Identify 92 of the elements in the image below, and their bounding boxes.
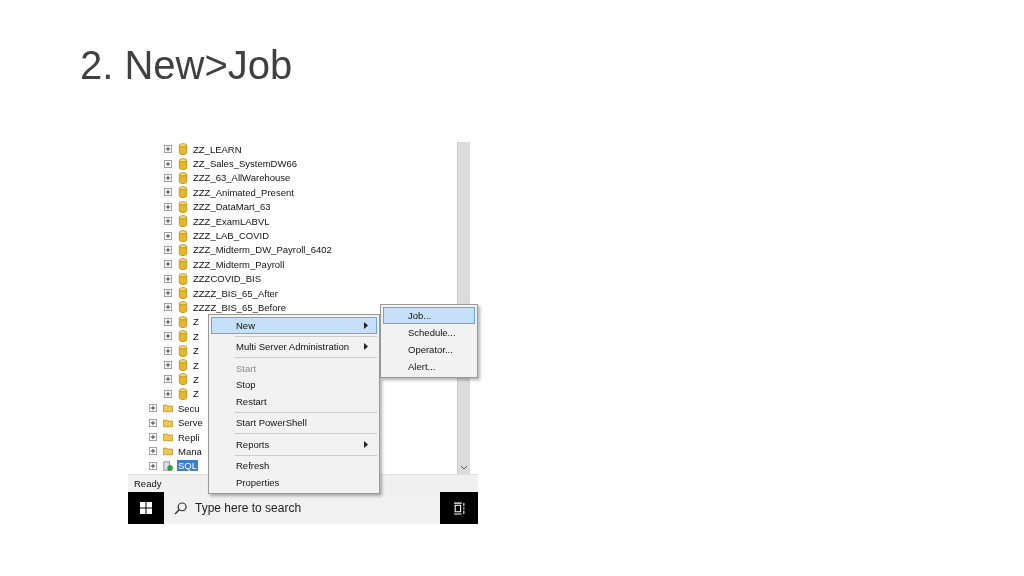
menu-item[interactable]: Alert... [383, 358, 475, 375]
database-icon [178, 229, 188, 242]
tree-item[interactable]: ZZ_Sales_SystemDW66 [192, 158, 298, 170]
tree-item[interactable]: Z [192, 330, 200, 342]
expand-icon[interactable] [164, 289, 172, 298]
menu-item[interactable]: Operator... [383, 341, 475, 358]
expand-icon[interactable] [164, 346, 172, 355]
expand-icon[interactable] [164, 274, 172, 283]
submenu-arrow-icon [364, 321, 368, 329]
tree-item[interactable]: ZZZ_Midterm_DW_Payroll_6402 [192, 244, 333, 256]
tree-item[interactable]: ZZZ_63_AllWarehouse [192, 172, 292, 184]
expand-icon[interactable] [164, 202, 172, 211]
database-icon [178, 186, 188, 199]
database-icon [178, 301, 188, 314]
database-icon [178, 272, 188, 285]
database-icon [178, 200, 188, 213]
database-icon [178, 359, 188, 372]
tree-item[interactable]: ZZZZ_BIS_65_Before [192, 302, 287, 313]
tree-item[interactable]: Mana [177, 445, 203, 457]
expand-icon[interactable] [164, 260, 172, 269]
database-icon [178, 287, 188, 300]
tree-item[interactable]: Z [192, 373, 200, 385]
database-icon [178, 215, 188, 228]
database-icon [178, 258, 188, 271]
expand-icon[interactable] [164, 389, 172, 398]
menu-item[interactable]: New [211, 317, 377, 334]
tree-item[interactable]: ZZZCOVID_BIS [192, 273, 263, 285]
expand-icon[interactable] [164, 361, 172, 370]
database-icon [178, 171, 188, 184]
search-icon [174, 501, 187, 515]
database-icon [178, 373, 188, 386]
scroll-down-icon[interactable] [460, 465, 468, 470]
submenu-arrow-icon [364, 440, 368, 448]
menu-item[interactable]: Schedule... [383, 324, 475, 341]
task-view-icon [452, 501, 466, 515]
database-icon [178, 143, 188, 156]
database-icon [178, 344, 188, 357]
search-bar[interactable]: Type here to search [164, 492, 440, 524]
folder-icon [163, 402, 173, 415]
folder-icon [163, 431, 173, 443]
tree-item[interactable]: Z [192, 388, 200, 400]
menu-item[interactable]: Multi Server Administration [211, 338, 377, 355]
tree-item[interactable]: Serve [177, 417, 204, 429]
folder-icon [163, 445, 173, 458]
folder-icon [163, 416, 173, 429]
menu-item[interactable]: Properties [211, 474, 377, 491]
submenu-arrow-icon [364, 343, 368, 351]
expand-icon[interactable] [164, 332, 172, 341]
expand-icon[interactable] [164, 188, 172, 197]
expand-icon[interactable] [164, 245, 172, 254]
expand-icon[interactable] [149, 418, 157, 427]
slide-title: 2. New>Job [80, 42, 293, 89]
menu-item[interactable]: Start PowerShell [211, 414, 377, 431]
search-field[interactable]: Type here to search [195, 501, 395, 515]
expand-icon[interactable] [149, 447, 157, 456]
menu-item[interactable]: Reports [211, 436, 377, 453]
database-icon [178, 330, 188, 343]
expand-icon[interactable] [164, 303, 172, 312]
expand-icon[interactable] [164, 317, 172, 326]
tree-item[interactable]: Repli [177, 431, 201, 443]
tree-item[interactable]: ZZ_LEARN [192, 143, 243, 155]
menu-item[interactable]: Job... [383, 307, 475, 324]
tree-item[interactable]: Z [192, 359, 200, 371]
database-icon [178, 243, 188, 256]
tree-item[interactable]: ZZZ_Midterm_Payroll [192, 258, 286, 270]
tree-item[interactable]: ZZZ_DataMart_63 [192, 201, 272, 213]
tree-item[interactable]: Z [192, 316, 200, 328]
tree-item[interactable]: SQL [177, 460, 198, 472]
database-icon [178, 157, 188, 170]
expand-icon[interactable] [164, 217, 172, 226]
database-icon [178, 315, 188, 328]
tree-item[interactable]: ZZZ_ExamLABVL [192, 215, 271, 227]
database-icon [178, 387, 188, 400]
expand-icon[interactable] [149, 404, 157, 413]
menu-item[interactable]: Refresh [211, 457, 377, 474]
expand-icon[interactable] [164, 173, 172, 182]
tree-item[interactable]: Z [192, 345, 200, 357]
expand-icon[interactable] [164, 231, 172, 240]
tree-item[interactable]: Secu [177, 402, 201, 414]
menu-item[interactable]: Restart [211, 393, 377, 410]
windows-icon [140, 502, 152, 514]
expand-icon[interactable] [149, 433, 157, 441]
expand-icon[interactable] [164, 145, 172, 154]
agent-icon [163, 459, 173, 472]
tree-item[interactable]: ZZZ_Animated_Present [192, 186, 295, 198]
tree-item[interactable]: ZZZ_LAB_COVID [192, 230, 271, 242]
status-text: Ready [134, 478, 162, 489]
expand-icon[interactable] [164, 159, 172, 168]
tree-item[interactable]: ZZZZ_BIS_65_After [192, 287, 279, 299]
expand-icon[interactable] [164, 375, 172, 384]
menu-item[interactable]: Stop [211, 376, 377, 393]
expand-icon[interactable] [149, 461, 157, 470]
